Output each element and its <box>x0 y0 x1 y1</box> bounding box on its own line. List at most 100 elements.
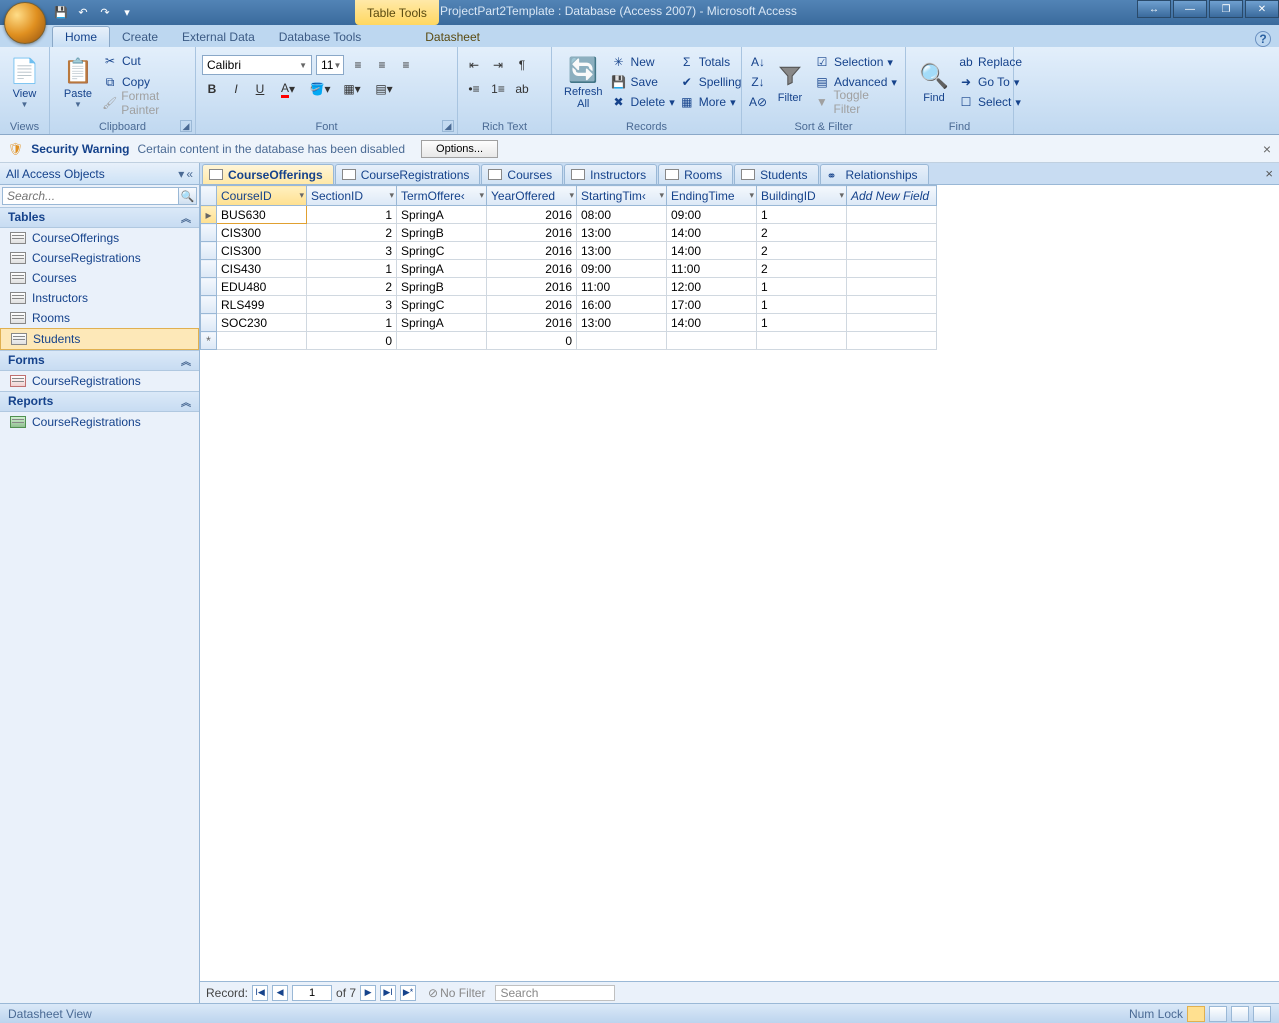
nav-table-courseregistrations[interactable]: CourseRegistrations <box>0 248 199 268</box>
find-button[interactable]: 🔍 Find <box>912 49 956 115</box>
table-row[interactable]: SOC2301SpringA201613:0014:001 <box>201 314 937 332</box>
column-header-courseid[interactable]: CourseID▾ <box>217 186 307 206</box>
alt-row-color-button[interactable]: ▤▾ <box>370 79 398 99</box>
cut-button[interactable]: ✂Cut <box>100 51 189 71</box>
table-row[interactable]: CIS4301SpringA201609:0011:002 <box>201 260 937 278</box>
ltr-button[interactable]: ¶ <box>512 55 532 75</box>
cell-courseid[interactable]: SOC230 <box>217 314 307 332</box>
clipboard-launcher[interactable]: ◢ <box>180 120 192 132</box>
cell-empty[interactable] <box>847 260 937 278</box>
search-icon[interactable]: 🔍 <box>179 187 197 205</box>
nav-table-rooms[interactable]: Rooms <box>0 308 199 328</box>
gridlines-button[interactable]: ▦▾ <box>338 79 366 99</box>
nav-group-tables[interactable]: Tables︽ <box>0 207 199 228</box>
table-row[interactable]: RLS4993SpringC201616:0017:001 <box>201 296 937 314</box>
spelling-button[interactable]: ✔Spelling <box>677 72 744 92</box>
totals-button[interactable]: ΣTotals <box>677 52 744 72</box>
doc-tab-courseofferings[interactable]: CourseOfferings <box>202 164 334 184</box>
row-selector[interactable] <box>201 224 217 242</box>
align-center-button[interactable]: ≡ <box>372 55 392 75</box>
cell-yearoffered[interactable]: 2016 <box>487 242 577 260</box>
underline-button[interactable]: U <box>250 79 270 99</box>
nav-report-courseregistrations[interactable]: CourseRegistrations <box>0 412 199 432</box>
table-row[interactable]: CIS3003SpringC201613:0014:002 <box>201 242 937 260</box>
row-selector[interactable]: ▸ <box>201 206 217 224</box>
cell-endingtime[interactable]: 11:00 <box>667 260 757 278</box>
office-button[interactable] <box>4 2 46 44</box>
goto-button[interactable]: ➜Go To ▾ <box>956 72 1024 92</box>
cell-endingtime[interactable]: 17:00 <box>667 296 757 314</box>
cell-buildingid[interactable]: 1 <box>757 278 847 296</box>
row-selector[interactable] <box>201 314 217 332</box>
column-header-yearoffered[interactable]: YearOffered▾ <box>487 186 577 206</box>
doc-tab-students[interactable]: Students <box>734 164 818 184</box>
more-button[interactable]: ▦More ▾ <box>677 92 744 112</box>
cell-buildingid[interactable]: 1 <box>757 296 847 314</box>
font-color-button[interactable]: A▾ <box>274 79 302 99</box>
clear-sort-button[interactable]: A⊘ <box>748 92 768 112</box>
refresh-all-button[interactable]: 🔄 Refresh All <box>558 49 609 115</box>
nav-dropdown-icon[interactable]: ▾ <box>178 167 184 181</box>
cell-courseid[interactable]: RLS499 <box>217 296 307 314</box>
format-painter-button[interactable]: 🖌Format Painter <box>100 93 189 113</box>
cell-sectionid[interactable]: 0 <box>307 332 397 350</box>
row-selector[interactable] <box>201 296 217 314</box>
cell-termoffered[interactable]: SpringA <box>397 206 487 224</box>
nav-table-courseofferings[interactable]: CourseOfferings <box>0 228 199 248</box>
doc-tab-rooms[interactable]: Rooms <box>658 164 733 184</box>
cell-courseid[interactable]: CIS300 <box>217 242 307 260</box>
pivot-chart-view-button[interactable] <box>1231 1006 1249 1022</box>
next-record-button[interactable]: ▶ <box>360 985 376 1001</box>
italic-button[interactable]: I <box>226 79 246 99</box>
cell-empty[interactable] <box>847 296 937 314</box>
cell-buildingid[interactable]: 1 <box>757 206 847 224</box>
cell-empty[interactable] <box>847 332 937 350</box>
pivot-table-view-button[interactable] <box>1209 1006 1227 1022</box>
filter-button[interactable]: Filter <box>768 49 812 115</box>
cell-termoffered[interactable]: SpringB <box>397 224 487 242</box>
cell-buildingid[interactable]: 2 <box>757 260 847 278</box>
cell-endingtime[interactable]: 14:00 <box>667 314 757 332</box>
help-icon[interactable]: ? <box>1255 31 1271 47</box>
security-options-button[interactable]: Options... <box>421 140 498 158</box>
cell-sectionid[interactable]: 3 <box>307 242 397 260</box>
cell-startingtime[interactable]: 16:00 <box>577 296 667 314</box>
cell-courseid[interactable]: EDU480 <box>217 278 307 296</box>
cell-termoffered[interactable]: SpringC <box>397 242 487 260</box>
cell-startingtime[interactable]: 11:00 <box>577 278 667 296</box>
cell-startingtime[interactable]: 13:00 <box>577 314 667 332</box>
record-number-input[interactable] <box>292 985 332 1001</box>
datasheet-view-button[interactable] <box>1187 1006 1205 1022</box>
cell-endingtime[interactable]: 14:00 <box>667 242 757 260</box>
cell-yearoffered[interactable]: 2016 <box>487 314 577 332</box>
nav-table-students[interactable]: Students <box>0 328 199 350</box>
nav-group-reports[interactable]: Reports︽ <box>0 391 199 412</box>
cell-endingtime[interactable]: 09:00 <box>667 206 757 224</box>
view-button[interactable]: 📄 View ▼ <box>6 49 43 115</box>
cell-termoffered[interactable]: SpringC <box>397 296 487 314</box>
toggle-filter-button[interactable]: ▼Toggle Filter <box>812 92 899 112</box>
font-size-combo[interactable]: 11▼ <box>316 55 344 75</box>
cell-yearoffered[interactable]: 0 <box>487 332 577 350</box>
nav-header[interactable]: All Access Objects ▾« <box>0 163 199 185</box>
cell-empty[interactable] <box>847 242 937 260</box>
bold-button[interactable]: B <box>202 79 222 99</box>
doc-tab-courses[interactable]: Courses <box>481 164 563 184</box>
column-header-endingtime[interactable]: EndingTime▾ <box>667 186 757 206</box>
qat-customize-icon[interactable]: ▾ <box>118 4 136 22</box>
sort-asc-button[interactable]: A↓ <box>748 52 768 72</box>
cell-startingtime[interactable]: 13:00 <box>577 242 667 260</box>
column-header-buildingid[interactable]: BuildingID▾ <box>757 186 847 206</box>
new-row[interactable]: *00 <box>201 332 937 350</box>
table-row[interactable]: CIS3002SpringB201613:0014:002 <box>201 224 937 242</box>
last-record-button[interactable]: ▶I <box>380 985 396 1001</box>
cell-sectionid[interactable]: 1 <box>307 314 397 332</box>
sort-desc-button[interactable]: Z↓ <box>748 72 768 92</box>
cell-endingtime[interactable] <box>667 332 757 350</box>
cell-empty[interactable] <box>847 278 937 296</box>
column-dropdown-icon[interactable]: ▾ <box>479 190 484 201</box>
nav-table-courses[interactable]: Courses <box>0 268 199 288</box>
first-record-button[interactable]: I◀ <box>252 985 268 1001</box>
highlight-button[interactable]: ab <box>512 79 532 99</box>
cell-sectionid[interactable]: 1 <box>307 260 397 278</box>
